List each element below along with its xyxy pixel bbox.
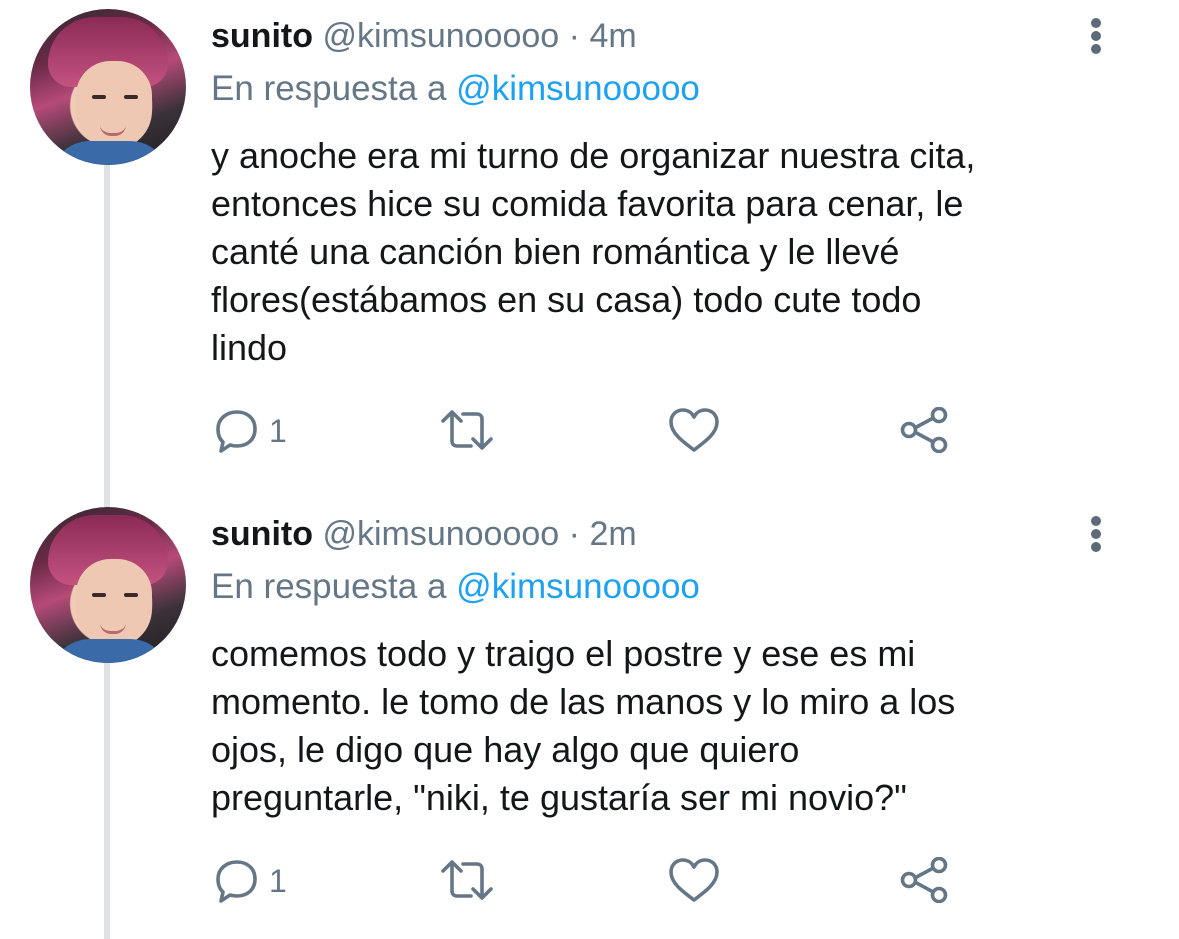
share-button[interactable] <box>899 857 949 903</box>
share-icon <box>900 407 948 453</box>
reply-count: 1 <box>269 412 287 449</box>
share-icon <box>900 857 948 903</box>
tweet[interactable]: sunito @kimsunooooo · 2m En respuesta a … <box>0 498 1179 939</box>
retweet-icon <box>441 410 493 450</box>
comment-icon <box>216 860 257 903</box>
tweet-text: y anoche era mi turno de organizar nuest… <box>211 132 1131 372</box>
tweet-text-line: comemos todo y traigo el postre y ese es… <box>211 633 916 674</box>
reply-context: En respuesta a @kimsunooooo <box>211 68 700 110</box>
tweet-header: sunito @kimsunooooo · 2m <box>211 514 637 554</box>
separator: · <box>568 515 580 553</box>
tweet-actions: 1 <box>211 407 1011 457</box>
reply-count: 1 <box>269 862 287 899</box>
reply-mention[interactable]: @kimsunooooo <box>456 567 700 606</box>
timestamp[interactable]: 2m <box>589 515 636 553</box>
tweet-text-line: y anoche era mi turno de organizar nuest… <box>211 135 976 176</box>
like-button[interactable] <box>668 857 720 903</box>
separator: · <box>568 17 580 55</box>
like-button[interactable] <box>668 407 720 453</box>
avatar[interactable] <box>30 507 186 663</box>
tweet-text-line: entonces hice su comida favorita para ce… <box>211 183 964 224</box>
tweet[interactable]: sunito @kimsunooooo · 4m En respuesta a … <box>0 0 1179 480</box>
retweet-icon <box>441 860 493 900</box>
reply-mention[interactable]: @kimsunooooo <box>456 69 700 108</box>
retweet-button[interactable] <box>439 407 495 453</box>
comment-icon <box>216 410 257 453</box>
handle[interactable]: @kimsunooooo <box>322 17 559 55</box>
display-name[interactable]: sunito <box>211 515 313 553</box>
more-vertical-icon[interactable] <box>1084 16 1110 56</box>
tweet-text-line: ojos, le digo que hay algo que quiero <box>211 729 800 770</box>
tweet-text: comemos todo y traigo el postre y ese es… <box>211 630 1131 822</box>
share-button[interactable] <box>899 407 949 453</box>
reply-button[interactable]: 1 <box>215 858 287 904</box>
tweet-text-line: lindo <box>211 327 288 368</box>
reply-button[interactable]: 1 <box>215 408 287 454</box>
tweet-text-line: momento. le tomo de las manos y lo miro … <box>211 681 956 722</box>
tweet-text-line: flores(estábamos en su casa) todo cute t… <box>211 279 922 320</box>
more-vertical-icon[interactable] <box>1084 514 1110 554</box>
heart-icon <box>669 408 719 452</box>
display-name[interactable]: sunito <box>211 17 313 55</box>
tweet-header: sunito @kimsunooooo · 4m <box>211 16 637 56</box>
handle[interactable]: @kimsunooooo <box>322 515 559 553</box>
reply-context: En respuesta a @kimsunooooo <box>211 566 700 608</box>
tweet-text-line: preguntarle, "niki, te gustaría ser mi n… <box>211 777 907 818</box>
tweet-text-line: canté una canción bien romántica y le ll… <box>211 231 900 272</box>
tweet-actions: 1 <box>211 857 1011 907</box>
retweet-button[interactable] <box>439 857 495 903</box>
timestamp[interactable]: 4m <box>589 17 636 55</box>
heart-icon <box>669 858 719 902</box>
reply-prefix: En respuesta a <box>211 69 447 108</box>
avatar[interactable] <box>30 9 186 165</box>
reply-prefix: En respuesta a <box>211 567 447 606</box>
